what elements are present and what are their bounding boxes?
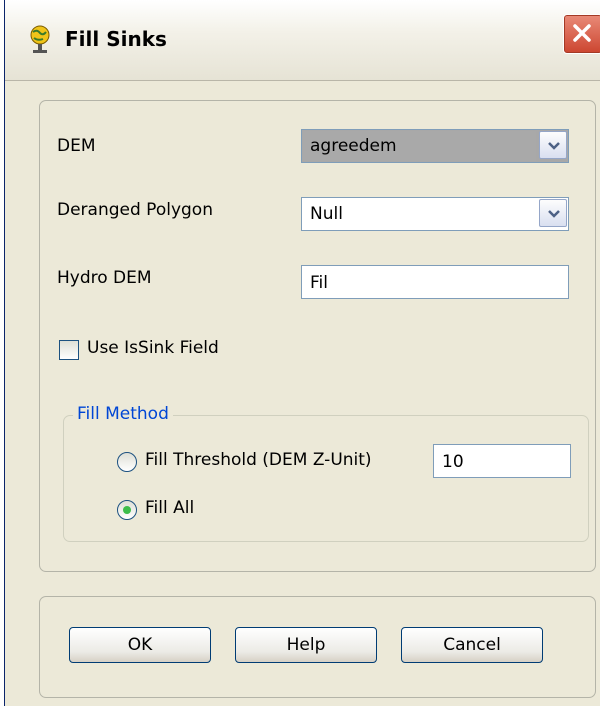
ok-button[interactable]: OK <box>69 627 211 663</box>
dem-select[interactable]: agreedem <box>301 129 569 163</box>
deranged-polygon-select[interactable]: Null <box>301 197 569 231</box>
dem-value: agreedem <box>310 136 397 156</box>
hydro-dem-value: Fil <box>310 273 328 293</box>
use-issink-label: Use IsSink Field <box>87 338 219 358</box>
deranged-polygon-value: Null <box>310 204 343 224</box>
radio-selected-dot <box>123 506 131 514</box>
fill-threshold-value: 10 <box>442 452 464 472</box>
close-button[interactable] <box>563 14 600 54</box>
fill-all-label: Fill All <box>145 498 195 518</box>
fill-threshold-label: Fill Threshold (DEM Z-Unit) <box>145 450 372 470</box>
title-bar[interactable]: Fill Sinks <box>5 0 600 81</box>
window-title: Fill Sinks <box>65 27 167 51</box>
dem-dropdown-button[interactable] <box>539 131 567 159</box>
fill-threshold-radio[interactable] <box>117 452 137 472</box>
deranged-polygon-label: Deranged Polygon <box>57 200 213 220</box>
chevron-down-icon <box>548 142 560 150</box>
help-button[interactable]: Help <box>235 627 377 663</box>
fill-threshold-input[interactable]: 10 <box>433 444 571 478</box>
globe-icon <box>30 25 50 53</box>
fill-all-radio[interactable] <box>117 500 137 520</box>
cancel-button[interactable]: Cancel <box>401 627 543 663</box>
use-issink-checkbox[interactable] <box>59 340 79 360</box>
fill-method-group <box>63 415 589 542</box>
hydro-dem-label: Hydro DEM <box>57 268 152 288</box>
dem-label: DEM <box>57 136 96 156</box>
chevron-down-icon <box>548 210 560 218</box>
close-icon <box>573 24 591 42</box>
hydro-dem-input[interactable]: Fil <box>301 265 569 299</box>
fill-sinks-dialog: Fill Sinks DEM agreedem Deranged Polygon… <box>4 0 600 706</box>
fill-method-legend: Fill Method <box>73 404 173 424</box>
deranged-polygon-dropdown-button[interactable] <box>539 199 567 227</box>
